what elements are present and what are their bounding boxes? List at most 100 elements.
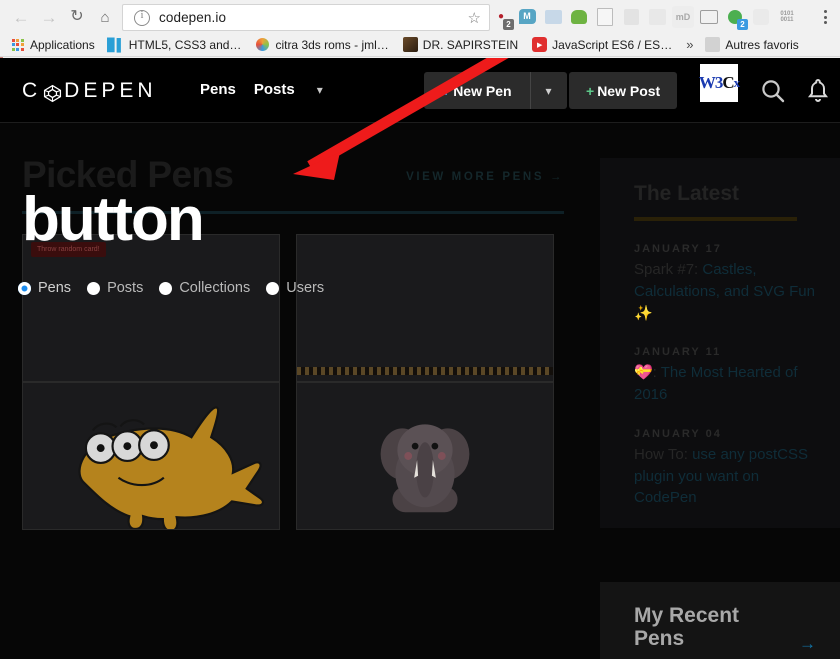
the-latest-title: The Latest	[634, 182, 740, 205]
latest-item-date: JANUARY 04	[634, 427, 722, 440]
folder-icon	[705, 37, 721, 52]
star-icon[interactable]: ☆	[468, 9, 481, 27]
pen-card-caption	[296, 530, 556, 540]
latest-item[interactable]: JANUARY 04 How To: use any postCSS plugi…	[634, 428, 818, 509]
radio-dot-icon	[159, 281, 173, 295]
react-devtools-extension-icon[interactable]	[750, 6, 772, 28]
cube-extension-icon[interactable]	[620, 6, 642, 28]
bookmark-javascript-es6[interactable]: ▶ JavaScript ES6 / ES…	[532, 37, 672, 52]
arrow-right-icon: →	[549, 171, 564, 183]
latest-item-lead: Spark #7:	[634, 261, 699, 279]
bookmark-html5-css3[interactable]: ▊▌ HTML5, CSS3 and…	[107, 37, 242, 52]
latest-item-lead: How To:	[634, 445, 688, 463]
latest-item-date: JANUARY 11	[634, 346, 722, 359]
wrench-extension-icon[interactable]	[646, 6, 668, 28]
latest-item-link[interactable]: How To: use any postCSS plugin you want …	[634, 444, 818, 509]
search-icon[interactable]	[760, 78, 785, 103]
pen-card-caption	[22, 530, 282, 540]
new-post-button[interactable]: + New Post	[569, 72, 678, 109]
latest-item-text: The Most Hearted of 2016	[634, 364, 798, 404]
my-recent-pens-title: My Recent Pens	[634, 604, 740, 651]
latest-item-link[interactable]: Spark #7: Castles, Calculations, and SVG…	[634, 259, 818, 324]
radio-dot-icon	[18, 281, 31, 295]
elephant-illustration	[380, 424, 470, 513]
pen-thumbnail[interactable]	[22, 382, 280, 530]
latest-item[interactable]: JANUARY 17 Spark #7: Castles, Calculatio…	[634, 243, 818, 324]
radio-label: Users	[286, 280, 325, 296]
bookmarks-overflow-icon[interactable]: »	[686, 37, 693, 52]
apps-grid-icon	[10, 37, 25, 52]
kebab-menu-icon[interactable]	[816, 6, 834, 28]
radio-dot-icon	[87, 281, 101, 295]
new-post-label: New Post	[597, 82, 661, 99]
ruler-graphic	[297, 367, 553, 375]
bell-icon[interactable]	[806, 78, 829, 102]
the-latest-panel: The Latest JANUARY 17 Spark #7: Castles,…	[600, 158, 840, 528]
my-recent-pens-panel: My Recent Pens →	[600, 582, 840, 659]
radio-collections[interactable]: Collections	[159, 280, 250, 296]
circle-logo-icon	[255, 37, 270, 52]
latest-item-date: JANUARY 17	[634, 243, 722, 256]
bookmark-label: Autres favoris	[725, 37, 799, 52]
frog-extension-icon[interactable]	[568, 6, 590, 28]
browser-chrome: ← → ↻ ⌂ codepen.io ☆ ●2 M	[0, 0, 840, 58]
binary-extension-icon[interactable]: 0101 0011	[776, 6, 798, 28]
info-circle-icon[interactable]	[134, 9, 150, 26]
browser-toolbar: ← → ↻ ⌂ codepen.io ☆ ●2 M	[0, 0, 840, 33]
bookmark-label: Applications	[30, 37, 95, 52]
the-latest-rule	[634, 217, 797, 222]
pen-card[interactable]	[22, 382, 282, 540]
radio-pens[interactable]: Pens	[18, 280, 71, 296]
pocket-extension-icon[interactable]	[542, 6, 564, 28]
bookmark-dr-sapirstein[interactable]: DR. SAPIRSTEIN	[402, 37, 519, 52]
other-bookmarks-folder[interactable]: Autres favoris	[705, 37, 799, 52]
bookmark-applications[interactable]: Applications	[10, 37, 95, 52]
bookmarks-bar: Applications ▊▌ HTML5, CSS3 and… citra 3…	[0, 33, 840, 57]
latest-item[interactable]: JANUARY 11 💝: The Most Hearted of 2016	[634, 346, 818, 406]
radio-label: Pens	[38, 280, 72, 296]
avatar-text-x: x	[733, 75, 740, 90]
three-eyed-fish-illustration	[78, 406, 265, 529]
bookmark-label: citra 3ds roms - jml…	[275, 37, 389, 52]
address-bar-url: codepen.io	[159, 10, 227, 25]
bars-chart-icon: ▊▌	[107, 37, 126, 52]
extensions-tray: ● 2 M mD 2 0101 0011	[490, 4, 798, 30]
new-pen-dropdown-chevron-down-icon[interactable]: ▾	[529, 72, 567, 109]
reload-icon[interactable]: ↻	[66, 6, 88, 28]
annotation-text: button	[22, 185, 205, 254]
arrow-right-icon[interactable]: →	[799, 634, 816, 654]
pen-thumbnail[interactable]	[296, 382, 554, 530]
momentum-extension-icon[interactable]: M	[516, 6, 538, 28]
latest-item-lead: 💝:	[634, 364, 657, 382]
grammarly-extension-icon[interactable]: 2	[724, 6, 748, 30]
avatar-text-w3: W3	[698, 73, 723, 92]
bookmark-citra-3ds-roms[interactable]: citra 3ds roms - jml…	[255, 37, 389, 52]
bookmark-label: JavaScript ES6 / ES…	[552, 37, 673, 52]
avatar[interactable]: W3 Cx	[698, 64, 740, 102]
ublock-origin-extension-icon[interactable]: ● 2	[490, 5, 514, 30]
cast-icon[interactable]	[698, 6, 720, 28]
home-icon[interactable]: ⌂	[94, 6, 116, 28]
markdown-extension-icon[interactable]: mD	[672, 5, 694, 28]
forward-icon[interactable]: →	[38, 6, 60, 28]
pen-thumbnail[interactable]: Throw random card!	[22, 234, 280, 382]
bookmark-label: HTML5, CSS3 and…	[128, 37, 242, 52]
radio-dot-icon	[266, 281, 280, 295]
radio-label: Collections	[179, 280, 251, 296]
plus-icon: +	[586, 82, 595, 99]
latest-item-link[interactable]: 💝: The Most Hearted of 2016	[634, 362, 818, 406]
radio-users[interactable]: Users	[266, 280, 324, 296]
address-bar[interactable]: codepen.io ☆	[122, 4, 490, 31]
pen-card[interactable]	[296, 382, 556, 540]
screenshot-root: ← → ↻ ⌂ codepen.io ☆ ●2 M	[0, 0, 840, 659]
notes-extension-icon[interactable]	[594, 6, 616, 28]
avatar-text-c: C	[722, 73, 734, 92]
photo-favicon-icon	[402, 37, 418, 52]
bookmark-label: DR. SAPIRSTEIN	[422, 37, 519, 52]
pen-thumbnail[interactable]	[296, 234, 554, 382]
youtube-icon: ▶	[532, 37, 548, 52]
sidebar-column: The Latest JANUARY 17 Spark #7: Castles,…	[600, 122, 840, 659]
radio-posts[interactable]: Posts	[87, 280, 143, 296]
search-type-filter-group: Pens Posts Collections Users	[18, 280, 340, 296]
back-icon[interactable]: ←	[10, 6, 32, 28]
